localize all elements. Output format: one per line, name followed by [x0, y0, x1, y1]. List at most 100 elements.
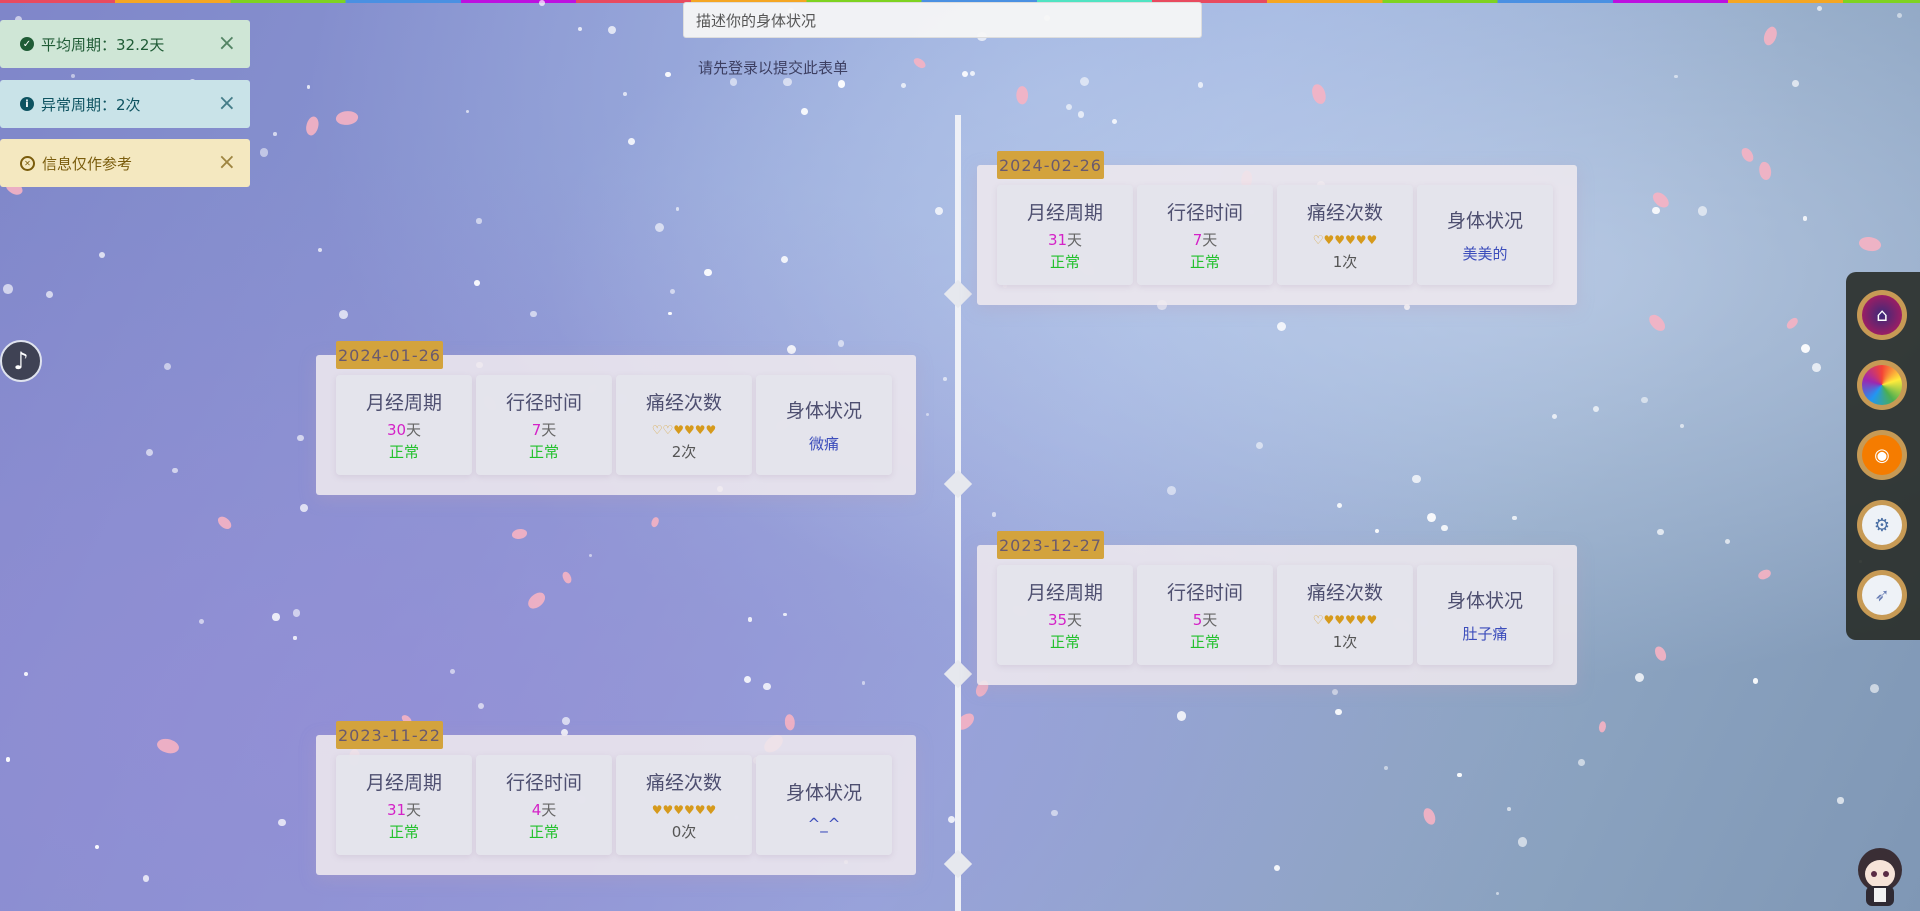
snow-dot	[743, 675, 752, 684]
snow-dot	[1674, 74, 1678, 79]
toast-text: 异常周期：2次	[41, 95, 141, 114]
camera-icon[interactable]: ◉	[1857, 430, 1907, 480]
snow-dot	[900, 83, 906, 89]
body-status: 微痛	[808, 435, 839, 453]
snow-dot	[943, 377, 947, 382]
snow-dot	[145, 448, 154, 457]
snow-dot	[1791, 80, 1799, 88]
pain-count: 1	[1332, 252, 1343, 271]
heart-rating-icons: ♡♥♥♥♥♥	[1312, 612, 1378, 627]
info-icon: i	[20, 97, 34, 111]
snow-dot	[1578, 758, 1586, 766]
petal	[511, 528, 527, 539]
petal	[525, 590, 549, 611]
duration-value: 7	[531, 420, 542, 439]
color-wheel-icon[interactable]	[1857, 360, 1907, 410]
snow-dot	[1837, 797, 1844, 804]
close-icon[interactable]: ×	[218, 93, 236, 115]
day-unit: 天	[1202, 230, 1218, 249]
snow-dot	[1065, 103, 1072, 111]
times-unit: 次	[681, 442, 697, 461]
cycle-cell: 月经周期 35天 正常	[997, 565, 1133, 665]
music-note-icon[interactable]: ♪	[0, 340, 42, 382]
toast-reference-note: ✕ 信息仅作参考 ×	[0, 139, 250, 187]
petal	[649, 516, 662, 529]
timeline-node	[943, 659, 973, 689]
home-icon[interactable]: ⌂	[1857, 290, 1907, 340]
cycle-value: 31	[1047, 230, 1068, 249]
snow-dot	[1456, 772, 1462, 778]
snow-dot	[747, 617, 753, 622]
petal	[1760, 25, 1781, 48]
day-unit: 天	[406, 420, 422, 439]
snow-dot	[1817, 6, 1823, 12]
rocket-icon[interactable]: ➶	[1857, 570, 1907, 620]
cycle-label: 月经周期	[1026, 581, 1103, 604]
snow-dot	[306, 85, 311, 89]
settings-icon[interactable]: ⚙	[1857, 500, 1907, 550]
body-status: ^_^	[807, 814, 841, 833]
body-status: 美美的	[1462, 245, 1508, 263]
day-unit: 天	[541, 420, 557, 439]
cycle-label: 月经周期	[365, 771, 442, 794]
petal	[1653, 645, 1667, 663]
snow-dot	[1517, 837, 1528, 848]
snow-dot	[786, 345, 796, 355]
cycle-cell: 月经周期 31天 正常	[336, 755, 472, 855]
pain-count: 1	[1332, 632, 1343, 651]
snow-dot	[704, 268, 712, 277]
snow-dot	[782, 77, 792, 87]
close-icon[interactable]: ×	[218, 33, 236, 55]
record-date: 2024-02-26	[997, 151, 1104, 179]
body-label: 身体状况	[1446, 210, 1523, 232]
body-status: 肚子痛	[1462, 625, 1508, 643]
snow-dot	[1512, 515, 1517, 520]
body-cell: 身体状况 微痛	[756, 375, 892, 475]
toast-abnormal-cycle: i 异常周期：2次 ×	[0, 80, 250, 128]
lifebuoy-icon: ✕	[20, 155, 35, 171]
snow-dot	[1724, 539, 1730, 545]
snow-dot	[991, 512, 997, 518]
heart-rating-icons: ♡♡♥♥♥♥	[651, 422, 717, 437]
close-icon[interactable]: ×	[218, 152, 236, 174]
snow-dot	[783, 612, 787, 617]
snow-dot	[1176, 711, 1186, 721]
timeline-line	[955, 115, 961, 911]
snow-dot	[297, 434, 304, 441]
snow-dot	[449, 668, 455, 674]
snow-dot	[1634, 672, 1645, 683]
cycle-cell: 月经周期 30天 正常	[336, 375, 472, 475]
cycle-status: 正常	[388, 442, 419, 461]
snow-dot	[623, 91, 628, 96]
body-condition-input[interactable]: 描述你的身体状况	[683, 2, 1202, 38]
day-unit: 天	[1067, 230, 1083, 249]
petal	[911, 56, 927, 72]
snow-dot	[1337, 502, 1343, 509]
snow-dot	[278, 818, 286, 827]
duration-cell: 行径时间 7天 正常	[476, 375, 612, 475]
pain-label: 痛经次数	[645, 771, 722, 794]
snow-dot	[1276, 321, 1286, 331]
snow-dot	[607, 26, 616, 35]
snow-dot	[763, 683, 771, 691]
toast-text: 平均周期：32.2天	[41, 35, 165, 54]
snow-dot	[780, 255, 788, 264]
snow-dot	[934, 206, 944, 216]
heart-rating-icons: ♡♥♥♥♥♥	[1312, 232, 1378, 247]
snow-dot	[588, 553, 592, 558]
record-date: 2023-11-22	[336, 721, 443, 749]
snow-dot	[668, 312, 672, 316]
snow-dot	[530, 310, 537, 318]
snow-dot	[98, 251, 106, 259]
snow-dot	[1441, 524, 1448, 532]
snow-dot	[1255, 442, 1263, 450]
snow-dot	[1167, 486, 1176, 495]
duration-status: 正常	[528, 442, 559, 461]
snow-dot	[670, 288, 675, 294]
snow-dot	[71, 73, 76, 78]
petal	[1015, 84, 1031, 105]
petal	[1857, 233, 1883, 255]
petal	[1311, 83, 1327, 105]
snow-dot	[272, 613, 280, 621]
snow-dot	[1812, 363, 1822, 373]
